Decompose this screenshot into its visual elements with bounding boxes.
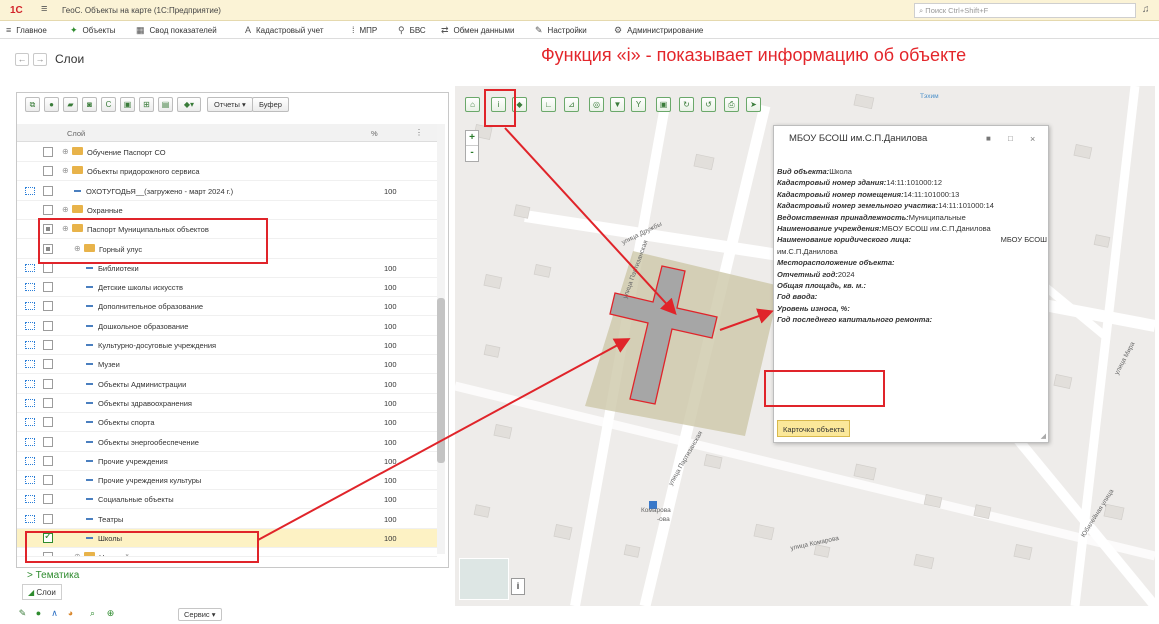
annotation-arrows — [257, 127, 774, 541]
app-window: 1С ≡ ГеоС. Объекты на карте (1С:Предприя… — [0, 0, 1159, 624]
